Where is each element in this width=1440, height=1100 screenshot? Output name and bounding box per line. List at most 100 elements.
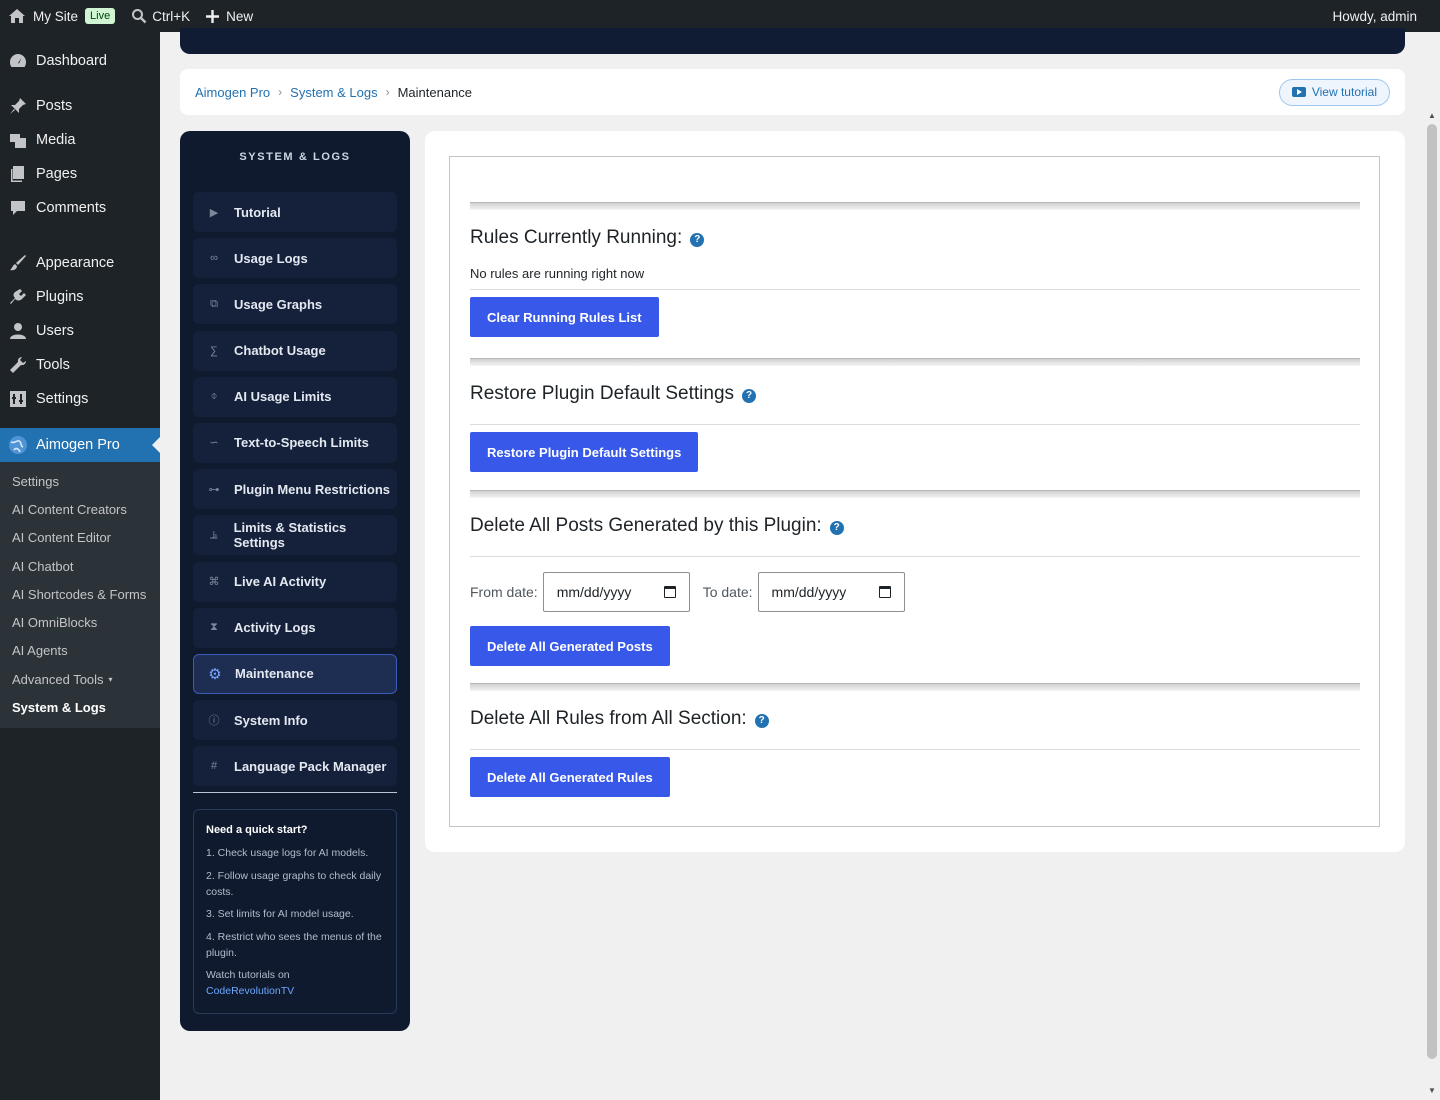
breadcrumb-link-aimogen[interactable]: Aimogen Pro: [195, 85, 270, 100]
submenu-advanced-tools[interactable]: Advanced Tools ▾: [0, 665, 160, 693]
menu-comments[interactable]: Comments: [0, 191, 160, 225]
delete-generated-posts-button[interactable]: Delete All Generated Posts: [470, 626, 670, 666]
delete-rules-title: Delete All Rules from All Section:: [470, 708, 747, 729]
menu-plugins[interactable]: Plugins: [0, 280, 160, 314]
new-label: New: [226, 8, 254, 24]
menu-label: Appearance: [36, 255, 115, 271]
from-date-input[interactable]: mm/dd/yyyy: [542, 572, 690, 612]
site-home-link[interactable]: My Site Live: [0, 0, 123, 32]
menu-posts[interactable]: Posts: [0, 89, 160, 123]
menu-tools[interactable]: Tools: [0, 348, 160, 382]
to-date-input[interactable]: mm/dd/yyyy: [757, 572, 905, 612]
scroll-up-arrow-icon[interactable]: ▲: [1428, 112, 1436, 120]
restore-defaults-button[interactable]: Restore Plugin Default Settings: [470, 432, 699, 472]
search-shortcut: Ctrl+K: [152, 8, 191, 24]
nav-chatbot-usage[interactable]: ∑ Chatbot Usage: [193, 330, 397, 371]
menu-dashboard[interactable]: Dashboard: [0, 44, 160, 78]
key-icon: ⊶: [208, 483, 220, 496]
clear-running-rules-button[interactable]: Clear Running Rules List: [470, 297, 659, 337]
media-icon: [8, 130, 28, 150]
submenu-label: AI Shortcodes & Forms: [12, 586, 147, 602]
nav-ai-usage-limits[interactable]: ⌽ AI Usage Limits: [193, 376, 397, 417]
home-icon: [8, 8, 26, 24]
main-panel: Rules Currently Running: ? No rules are …: [425, 131, 1405, 852]
menu-label: Settings: [36, 391, 89, 407]
breadcrumb: Aimogen Pro › System & Logs › Maintenanc…: [180, 69, 1405, 115]
nav-activity-logs[interactable]: ⧗ Activity Logs: [193, 607, 397, 648]
nav-label: Text-to-Speech Limits: [234, 435, 369, 451]
section-divider: [470, 683, 1360, 691]
section-rule: [470, 289, 1360, 290]
sigma-icon: ∑: [210, 344, 218, 357]
wave-icon: ∽: [209, 437, 219, 450]
section-title: Rules Currently Running: ?: [470, 227, 1360, 249]
nav-plugin-menu-restrictions[interactable]: ⊶ Plugin Menu Restrictions: [193, 469, 397, 510]
maintenance-panel: Rules Currently Running: ? No rules are …: [449, 156, 1380, 827]
submenu-ai-chatbot[interactable]: AI Chatbot: [0, 552, 160, 580]
tutorial-label: View tutorial: [1311, 85, 1377, 99]
menu-label: Tools: [36, 357, 70, 373]
info-icon: ⓘ: [208, 715, 220, 728]
section-rule: [470, 749, 1360, 750]
scrollbar-thumb[interactable]: [1427, 124, 1437, 1059]
nav-tts-limits[interactable]: ∽ Text-to-Speech Limits: [193, 422, 397, 463]
hash-icon: #: [210, 760, 218, 773]
admin-menu: Dashboard Posts Media Pages Comments App…: [0, 32, 160, 1100]
user-icon: [8, 321, 28, 341]
scroll-down-arrow-icon[interactable]: ▼: [1428, 1087, 1436, 1095]
menu-aimogen-pro[interactable]: Aimogen Pro: [0, 428, 160, 462]
nav-label: Chatbot Usage: [234, 343, 326, 359]
restore-defaults-title: Restore Plugin Default Settings: [470, 383, 735, 404]
menu-label: Media: [36, 132, 76, 148]
restore-defaults-section: Restore Plugin Default Settings ? Restor…: [470, 358, 1360, 472]
menu-label: Aimogen Pro: [36, 437, 120, 453]
menu-media[interactable]: Media: [0, 123, 160, 157]
submenu-system-logs[interactable]: System & Logs: [0, 693, 160, 721]
section-rule: [470, 556, 1360, 557]
caret-down-icon: ▾: [108, 674, 113, 684]
menu-appearance[interactable]: Appearance: [0, 246, 160, 280]
nav-label: Live AI Activity: [234, 574, 327, 589]
nav-label: Activity Logs: [234, 620, 316, 636]
menu-pages[interactable]: Pages: [0, 157, 160, 191]
calendar-icon[interactable]: [878, 586, 891, 598]
globe-icon: [8, 435, 28, 455]
nav-maintenance[interactable]: ⚙ Maintenance: [193, 653, 397, 694]
nav-label: Tutorial: [234, 204, 281, 220]
nav-system-info[interactable]: ⓘ System Info: [193, 700, 397, 741]
nav-usage-graphs[interactable]: ⧉ Usage Graphs: [193, 284, 397, 325]
menu-label: Plugins: [36, 289, 84, 305]
submenu-label: Advanced Tools: [12, 671, 104, 687]
submenu-ai-omniblocks[interactable]: AI OmniBlocks: [0, 608, 160, 636]
wrench-icon: [8, 355, 28, 375]
menu-label: Dashboard: [36, 53, 107, 69]
help-icon[interactable]: ?: [754, 713, 769, 728]
submenu-settings[interactable]: Settings: [0, 467, 160, 495]
help-icon[interactable]: ?: [829, 520, 844, 535]
view-tutorial-button[interactable]: View tutorial: [1278, 78, 1390, 106]
coderevolution-link[interactable]: CodeRevolutionTV: [206, 985, 294, 997]
nav-language-pack-manager[interactable]: # Language Pack Manager: [193, 746, 397, 787]
submenu-ai-content-editor[interactable]: AI Content Editor: [0, 524, 160, 552]
delete-generated-rules-button[interactable]: Delete All Generated Rules: [470, 757, 670, 797]
menu-settings[interactable]: Settings: [0, 382, 160, 416]
from-date-label: From date:: [470, 584, 538, 600]
nav-tutorial[interactable]: ▶ Tutorial: [193, 192, 397, 232]
search-icon: [131, 8, 147, 24]
quick-start-box: Need a quick start? 1. Check usage logs …: [193, 809, 397, 1015]
submenu-ai-shortcodes-forms[interactable]: AI Shortcodes & Forms: [0, 580, 160, 608]
nav-usage-logs[interactable]: ∞ Usage Logs: [193, 238, 397, 279]
menu-users[interactable]: Users: [0, 314, 160, 348]
nav-limits-statistics-settings[interactable]: ⫡ Limits & Statistics Settings: [193, 515, 397, 556]
to-date-value: mm/dd/yyyy: [771, 584, 847, 600]
breadcrumb-separator: ›: [385, 85, 390, 99]
breadcrumb-link-system-logs[interactable]: System & Logs: [290, 85, 377, 100]
nav-live-ai-activity[interactable]: ⌘ Live AI Activity: [193, 561, 397, 602]
help-icon[interactable]: ?: [690, 232, 705, 247]
pages-icon: [8, 164, 28, 184]
submenu-ai-content-creators[interactable]: AI Content Creators: [0, 495, 160, 523]
nav-label: Plugin Menu Restrictions: [234, 481, 391, 497]
help-icon[interactable]: ?: [742, 388, 757, 403]
submenu-ai-agents[interactable]: AI Agents: [0, 637, 160, 665]
calendar-icon[interactable]: [663, 586, 676, 598]
